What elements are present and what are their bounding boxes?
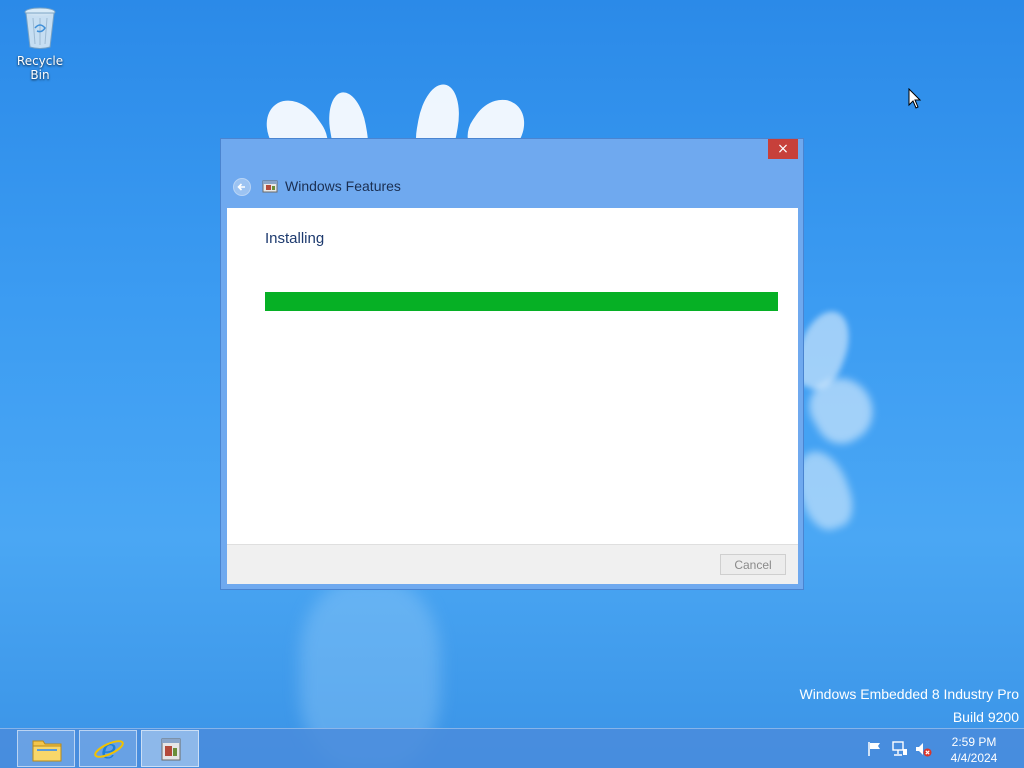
windows-features-icon (262, 178, 278, 194)
volume-muted-icon[interactable] (914, 740, 932, 758)
folder-icon (32, 740, 62, 762)
os-watermark: Windows Embedded 8 Industry Pro Build 92… (800, 683, 1019, 729)
desktop-icon-recycle-bin[interactable]: Recycle Bin (6, 6, 74, 82)
back-arrow-icon (237, 183, 245, 191)
windows-features-dialog: × Windows Features Installing Cancel (220, 138, 804, 590)
taskbar: e 2:59 PM 4/4/2024 (0, 728, 1024, 768)
recycle-bin-icon (23, 6, 57, 50)
taskbar-button-windows-features[interactable] (141, 730, 199, 767)
progress-bar-fill (265, 292, 778, 311)
status-text: Installing (265, 230, 325, 247)
mouse-cursor-icon (908, 87, 922, 110)
clock-time: 2:59 PM (951, 735, 997, 749)
desktop: Recycle Bin × Windows Features Installin… (0, 0, 1024, 768)
progress-bar (265, 292, 778, 311)
clock-date: 4/4/2024 (950, 751, 998, 765)
dialog-title: Windows Features (285, 178, 401, 194)
dialog-content: Installing (227, 208, 798, 544)
desktop-icon-label: Recycle Bin (16, 54, 64, 82)
cancel-button[interactable]: Cancel (720, 554, 786, 575)
back-button[interactable] (233, 178, 251, 196)
ie-icon: e (94, 735, 124, 763)
watermark-build: Build 9200 (952, 709, 1019, 725)
dialog-footer: Cancel (227, 544, 798, 584)
taskbar-button-file-explorer[interactable] (17, 730, 75, 767)
close-button[interactable]: × (768, 139, 798, 159)
taskbar-button-internet-explorer[interactable]: e (79, 730, 137, 767)
action-center-flag-icon[interactable] (866, 740, 884, 758)
svg-text:e: e (101, 735, 116, 763)
network-icon[interactable] (890, 740, 908, 758)
taskbar-clock[interactable]: 2:59 PM 4/4/2024 (944, 734, 1004, 766)
watermark-edition: Windows Embedded 8 Industry Pro (799, 686, 1019, 702)
windows-features-icon (161, 738, 181, 761)
